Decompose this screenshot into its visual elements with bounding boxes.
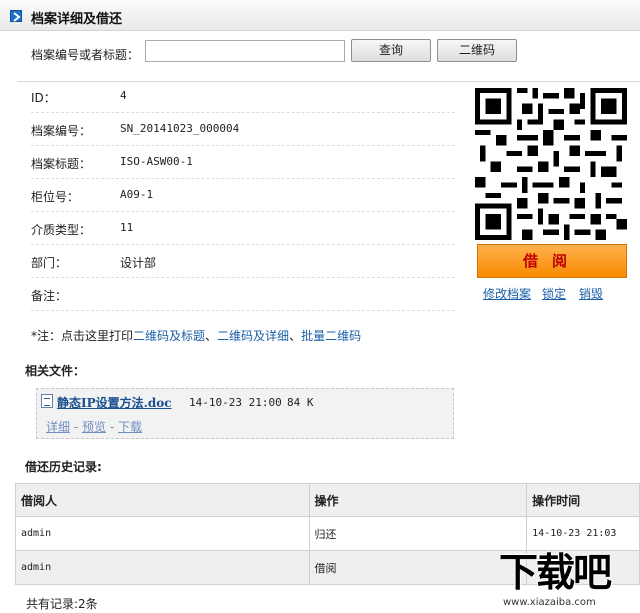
watermark-text: 下载吧	[499, 551, 612, 596]
search-label: 档案编号或者标题：	[31, 48, 140, 62]
info-label: ID：	[31, 91, 56, 105]
print-qr-detail-link[interactable]: 二维码及详细	[217, 329, 289, 343]
info-label: 部门：	[31, 256, 68, 270]
info-value: 4	[120, 89, 127, 102]
file-preview-link[interactable]: 预览	[82, 420, 106, 434]
file-links: 详细 - 预览 - 下载	[46, 418, 142, 435]
column-header-operation: 操作	[308, 483, 528, 517]
info-row-media-type: 介质类型： 11	[31, 212, 455, 245]
file-size: 84 K	[287, 396, 314, 409]
info-label: 介质类型：	[31, 223, 92, 237]
cell-time: 14-10-23 21:03	[526, 516, 640, 551]
cell-user: admin	[15, 550, 310, 585]
title-bar: 档案详细及借还	[0, 0, 640, 31]
info-label: 备注：	[31, 289, 68, 303]
record-count: 共有记录:2条	[26, 597, 98, 611]
cell-action: 借阅	[308, 550, 528, 585]
info-value: A09-1	[120, 188, 154, 201]
info-label: 柜位号：	[31, 190, 80, 204]
info-value: 设计部	[120, 256, 157, 270]
info-value: ISO-ASW00-1	[120, 155, 193, 168]
info-label: 档案标题：	[31, 157, 92, 171]
column-header-time: 操作时间	[526, 483, 640, 517]
watermark-url: www.xiazaiba.com	[503, 597, 596, 608]
cell-action: 归还	[308, 516, 528, 551]
file-date: 14-10-23 21:00	[189, 396, 282, 409]
info-row-remark: 备注：	[31, 278, 455, 311]
page-title: 档案详细及借还	[31, 12, 123, 27]
watermark-logo: 下载吧 www.xiazaiba.com	[499, 552, 639, 613]
info-row-archive-number: 档案编号： SN_20141023_000004	[31, 113, 455, 146]
column-header-borrower: 借阅人	[15, 483, 310, 517]
print-batch-qr-link[interactable]: 批量二维码	[301, 329, 361, 343]
document-icon	[41, 394, 53, 408]
qr-code-button[interactable]: 二维码	[437, 39, 517, 62]
info-value: 11	[120, 221, 134, 234]
info-row-id: ID： 4	[31, 80, 455, 113]
edit-archive-link[interactable]: 修改档案	[483, 285, 531, 302]
print-qr-title-link[interactable]: 二维码及标题	[133, 329, 205, 343]
lock-link[interactable]: 锁定	[542, 285, 566, 302]
expand-arrow-icon[interactable]	[10, 10, 22, 22]
note-prefix: *注：点击这里打印	[31, 329, 134, 343]
note-separator: 、	[205, 329, 218, 343]
info-row-archive-title: 档案标题： ISO-ASW00-1	[31, 146, 455, 179]
info-row-department: 部门： 设计部	[31, 245, 455, 278]
history-title: 借还历史记录:	[25, 460, 102, 474]
qr-code-image	[475, 88, 627, 240]
borrow-button[interactable]: 借阅	[477, 244, 627, 278]
file-download-link[interactable]: 下载	[118, 420, 142, 434]
table-header-row: 借阅人 操作 操作时间	[15, 483, 640, 517]
query-button[interactable]: 查询	[351, 39, 431, 62]
file-name-link[interactable]: 静态IP设置方法.doc	[57, 394, 172, 411]
related-files-title: 相关文件：	[25, 364, 86, 378]
info-label: 档案编号：	[31, 124, 92, 138]
cell-user: admin	[15, 516, 310, 551]
info-row-cabinet: 柜位号： A09-1	[31, 179, 455, 212]
destroy-link[interactable]: 销毁	[579, 285, 603, 302]
info-value: SN_20141023_000004	[120, 122, 240, 135]
search-input[interactable]	[145, 40, 345, 62]
link-separator: -	[73, 420, 79, 434]
note-separator: 、	[289, 329, 302, 343]
table-row: admin 归还 14-10-23 21:03	[15, 516, 640, 551]
link-separator: -	[109, 420, 115, 434]
file-detail-link[interactable]: 详细	[46, 420, 70, 434]
print-note: *注：点击这里打印二维码及标题、二维码及详细、批量二维码	[31, 327, 361, 344]
related-files-box: 静态IP设置方法.doc 14-10-23 21:00 84 K 详细 - 预览…	[36, 388, 454, 439]
